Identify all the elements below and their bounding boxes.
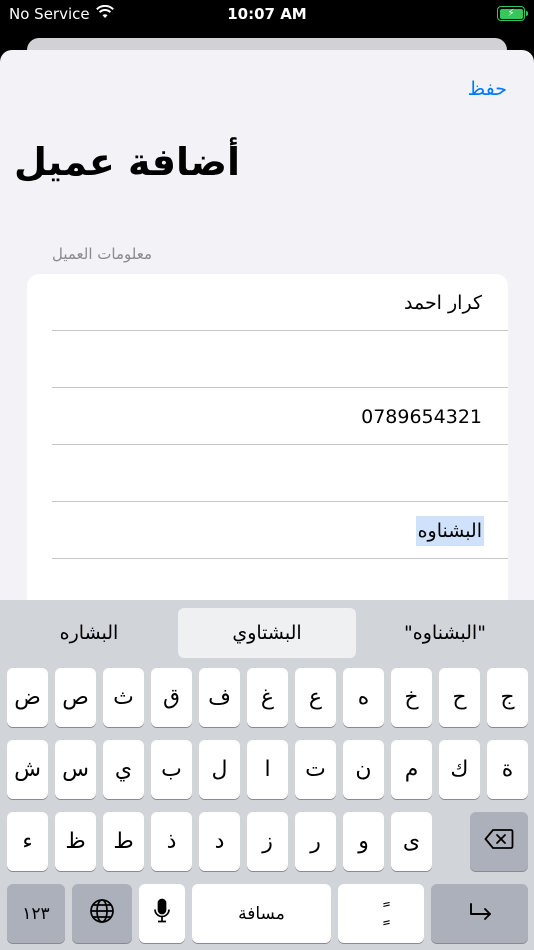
key[interactable]: ي bbox=[103, 740, 144, 799]
key[interactable]: ز bbox=[247, 812, 288, 871]
form-row bbox=[52, 274, 508, 331]
page-title: أضافة عميل bbox=[13, 140, 240, 184]
key[interactable]: ض bbox=[7, 668, 48, 727]
empty-field[interactable] bbox=[82, 445, 482, 502]
key[interactable]: ج bbox=[487, 668, 528, 727]
return-icon bbox=[466, 901, 494, 927]
section-header: معلومات العميل bbox=[52, 245, 153, 263]
key[interactable]: ع bbox=[295, 668, 336, 727]
key[interactable]: م bbox=[391, 740, 432, 799]
form-row bbox=[52, 445, 508, 502]
customer-name-field[interactable] bbox=[82, 274, 482, 331]
form-row: البشناوه bbox=[52, 502, 508, 559]
empty-field[interactable] bbox=[82, 331, 482, 388]
space-key[interactable]: مسافة bbox=[192, 884, 331, 943]
phone-field[interactable] bbox=[82, 388, 482, 445]
key[interactable]: ط bbox=[103, 812, 144, 871]
status-bar: No Service 10:07 AM ⚡ bbox=[0, 0, 534, 30]
key[interactable]: ف bbox=[199, 668, 240, 727]
globe-icon bbox=[89, 898, 115, 930]
suggestion-quoted[interactable]: "البشناوه" bbox=[356, 608, 534, 658]
numbers-key[interactable]: ١٢٣ bbox=[7, 884, 65, 943]
key[interactable]: ق bbox=[151, 668, 192, 727]
key[interactable]: ث bbox=[103, 668, 144, 727]
key[interactable]: خ bbox=[391, 668, 432, 727]
microphone-icon bbox=[153, 898, 171, 930]
key[interactable]: ت bbox=[295, 740, 336, 799]
key[interactable]: ظ bbox=[55, 812, 96, 871]
key[interactable]: ص bbox=[55, 668, 96, 727]
key[interactable]: س bbox=[55, 740, 96, 799]
dictation-key[interactable] bbox=[139, 884, 185, 943]
key[interactable]: ب bbox=[151, 740, 192, 799]
backspace-icon bbox=[484, 828, 514, 856]
key[interactable]: ح bbox=[439, 668, 480, 727]
key[interactable]: ى bbox=[391, 812, 432, 871]
key[interactable]: ذ bbox=[151, 812, 192, 871]
key[interactable]: ر bbox=[295, 812, 336, 871]
key[interactable]: د bbox=[199, 812, 240, 871]
save-button[interactable]: حفظ bbox=[468, 78, 507, 100]
key[interactable]: غ bbox=[247, 668, 288, 727]
key[interactable]: ه bbox=[343, 668, 384, 727]
customer-info-card: البشناوه bbox=[27, 274, 508, 654]
key[interactable]: ة bbox=[487, 740, 528, 799]
globe-key[interactable] bbox=[72, 884, 132, 943]
form-row bbox=[52, 331, 508, 388]
tashkeel-key[interactable]: ًٍ bbox=[338, 884, 424, 943]
keyboard: "البشناوه" البشتاوي البشاره ض ص ث ق ف غ … bbox=[0, 600, 534, 950]
key[interactable]: و bbox=[343, 812, 384, 871]
key[interactable]: ا bbox=[247, 740, 288, 799]
key[interactable]: ء bbox=[7, 812, 48, 871]
address-field-selected-text[interactable]: البشناوه bbox=[415, 516, 484, 546]
suggestion-main[interactable]: البشتاوي bbox=[178, 608, 356, 658]
key[interactable]: ل bbox=[199, 740, 240, 799]
key[interactable]: ن bbox=[343, 740, 384, 799]
suggestion-alt[interactable]: البشاره bbox=[0, 608, 178, 658]
key[interactable]: ش bbox=[7, 740, 48, 799]
key[interactable]: ك bbox=[439, 740, 480, 799]
status-time: 10:07 AM bbox=[227, 5, 307, 23]
battery-icon: ⚡ bbox=[497, 6, 528, 21]
bolt-icon: ⚡ bbox=[507, 7, 515, 19]
return-key[interactable] bbox=[431, 884, 528, 943]
form-row bbox=[52, 388, 508, 445]
delete-key[interactable] bbox=[470, 812, 528, 871]
